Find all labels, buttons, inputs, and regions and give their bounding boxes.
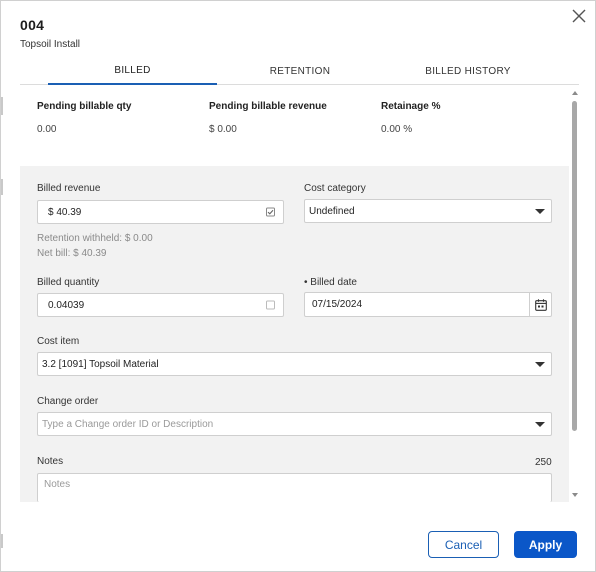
form-scrollbar[interactable]: [570, 89, 580, 499]
notes-label: Notes: [37, 456, 64, 467]
chevron-down-icon[interactable]: [529, 413, 551, 435]
close-button[interactable]: [570, 7, 588, 25]
summary-value: 0.00 %: [381, 124, 413, 135]
billed-date-input[interactable]: 07/15/2024: [304, 292, 552, 317]
summary-retainage: Retainage % 0.00 %: [381, 101, 440, 135]
summary-value: $ 0.00: [209, 124, 237, 135]
cost-category-label: Cost category: [304, 183, 366, 194]
billing-dialog: 004 Topsoil Install BILLED RETENTION BIL…: [0, 0, 596, 572]
net-bill-text: Net bill: $ 40.39: [37, 248, 107, 259]
tab-bar: BILLED RETENTION BILLED HISTORY: [20, 58, 579, 85]
scrollbar-thumb[interactable]: [572, 101, 577, 431]
tab-billed-history[interactable]: BILLED HISTORY: [383, 58, 553, 85]
retention-withheld-text: Retention withheld: $ 0.00: [37, 233, 153, 244]
calendar-icon[interactable]: [529, 293, 551, 316]
scroll-down-icon[interactable]: [572, 493, 578, 497]
summary-pending-revenue: Pending billable revenue $ 0.00: [209, 101, 327, 135]
change-order-label: Change order: [37, 396, 99, 407]
summary-label: Pending billable qty: [37, 101, 132, 112]
summary-label: Retainage %: [381, 101, 441, 112]
billed-date-value: 07/15/2024: [312, 299, 363, 310]
summary-value: 0.00: [37, 124, 57, 135]
background-edge: [1, 97, 3, 115]
billed-revenue-value: $ 40.39: [48, 206, 82, 218]
background-edge: [1, 534, 3, 548]
record-id: 004: [20, 17, 45, 33]
checkbox-icon[interactable]: [266, 207, 275, 217]
notes-textarea[interactable]: Notes: [37, 473, 552, 502]
billed-revenue-label: Billed revenue: [37, 183, 101, 194]
tab-retention[interactable]: RETENTION: [217, 58, 383, 85]
record-name: Topsoil Install: [20, 39, 81, 50]
cancel-button[interactable]: Cancel: [428, 531, 499, 558]
notes-char-counter: 250: [535, 457, 552, 468]
scroll-up-icon[interactable]: [572, 91, 578, 95]
cost-item-select[interactable]: 3.2 [1091] Topsoil Material: [37, 352, 552, 376]
billed-quantity-input[interactable]: 0.04039: [37, 293, 284, 317]
billed-revenue-input[interactable]: $ 40.39: [37, 200, 284, 224]
cost-category-select[interactable]: Undefined: [304, 199, 552, 223]
notes-placeholder: Notes: [44, 479, 71, 490]
chevron-down-icon[interactable]: [529, 200, 551, 222]
chevron-down-icon[interactable]: [529, 353, 551, 375]
change-order-placeholder: Type a Change order ID or Description: [42, 418, 214, 430]
change-order-select[interactable]: Type a Change order ID or Description: [37, 412, 552, 436]
cost-item-label: Cost item: [37, 336, 80, 347]
cost-category-value: Undefined: [309, 205, 355, 217]
summary-label: Pending billable revenue: [209, 101, 327, 112]
apply-button[interactable]: Apply: [514, 531, 577, 558]
billed-quantity-value: 0.04039: [48, 299, 85, 311]
billed-date-label: • Billed date: [304, 277, 357, 288]
checkbox-icon[interactable]: [266, 300, 275, 310]
summary-pending-qty: Pending billable qty 0.00: [37, 101, 131, 135]
background-edge: [1, 179, 3, 195]
tab-billed[interactable]: BILLED: [48, 58, 217, 85]
close-icon: [572, 9, 586, 23]
cost-item-value: 3.2 [1091] Topsoil Material: [42, 358, 159, 370]
billed-quantity-label: Billed quantity: [37, 277, 100, 288]
